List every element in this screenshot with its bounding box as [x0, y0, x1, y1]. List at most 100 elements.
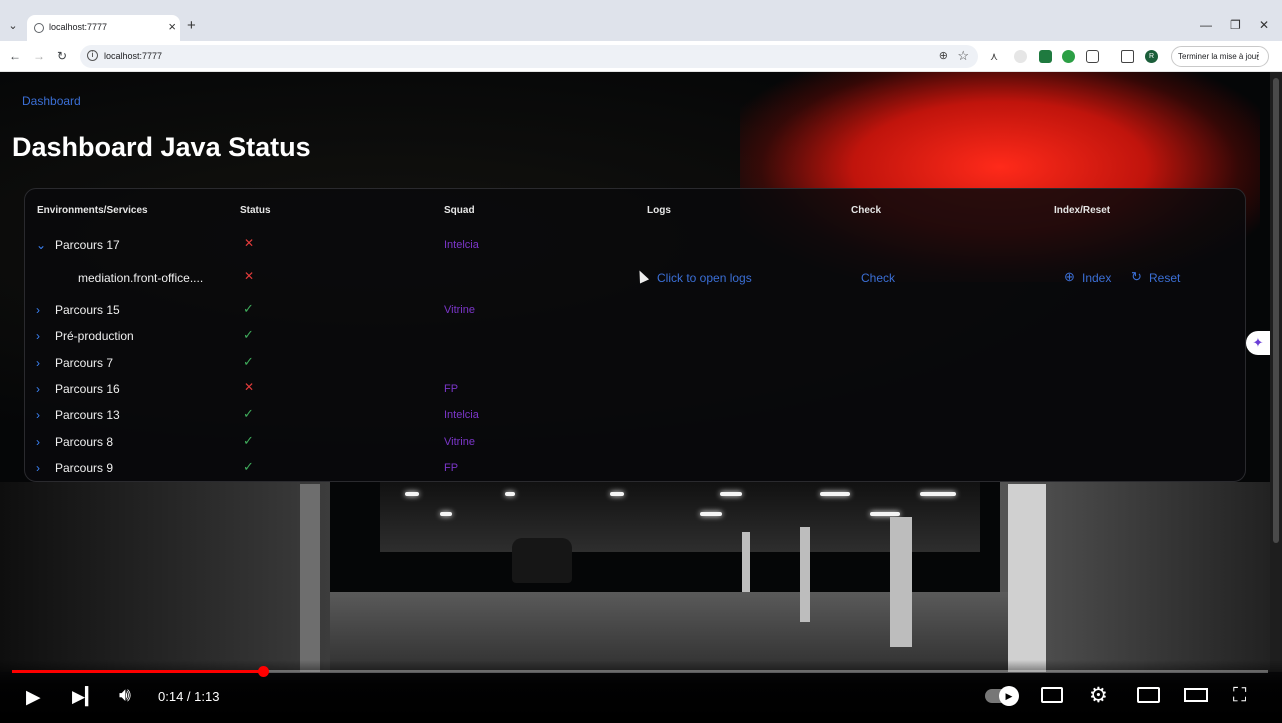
chevron-down-icon[interactable]: ⌄: [36, 238, 46, 252]
chevron-right-icon[interactable]: ›: [36, 303, 40, 317]
video-controls: ▶ ▶▎ 🔊︎ 0:14 / 1:13 ▶ ⚙ ⛶: [0, 660, 1282, 723]
ceiling-light: [920, 492, 956, 496]
background-wall: [0, 482, 330, 672]
chevron-right-icon[interactable]: ›: [36, 382, 40, 396]
browser-tab[interactable]: localhost:7777 ×: [27, 15, 180, 41]
restore-icon[interactable]: ❐: [1230, 18, 1241, 32]
squad-label: FP: [444, 462, 459, 474]
chevron-right-icon[interactable]: ›: [36, 329, 40, 343]
settings-gear-icon[interactable]: ⚙: [1089, 683, 1108, 708]
environment-name: Parcours 9: [55, 461, 114, 475]
environment-name: Parcours 13: [55, 408, 120, 422]
forward-icon[interactable]: →: [33, 49, 45, 63]
autoplay-toggle[interactable]: ▶: [985, 686, 1019, 706]
column-header-index-reset: Index/Reset: [1054, 205, 1111, 216]
tab-search-button[interactable]: ⌄: [5, 18, 21, 34]
environment-name: Parcours 7: [55, 356, 114, 370]
table-row[interactable]: › Pré-production ✓: [25, 324, 1247, 348]
close-tab-icon[interactable]: ×: [168, 19, 176, 34]
column-header-status: Status: [240, 205, 271, 216]
extension-icon[interactable]: ⋏: [990, 50, 1003, 63]
dashboard-nav-link[interactable]: Dashboard: [22, 94, 81, 108]
globe-icon: [34, 23, 44, 33]
fullscreen-icon[interactable]: ⛶: [1233, 685, 1246, 707]
extension-icon[interactable]: [1014, 50, 1027, 63]
close-window-icon[interactable]: ✕: [1259, 18, 1269, 32]
ceiling-light: [405, 492, 419, 496]
subtitles-icon[interactable]: [1041, 687, 1063, 703]
background-pillar: [800, 527, 810, 622]
status-ok-icon: ✓: [243, 301, 254, 316]
minimize-icon[interactable]: —: [1200, 18, 1212, 32]
extension-icon[interactable]: [1039, 50, 1052, 63]
reload-icon[interactable]: ↻: [57, 49, 67, 63]
volume-icon[interactable]: 🔊︎: [119, 685, 131, 707]
table-row[interactable]: › Parcours 9 ✓ FP: [25, 456, 1247, 480]
squad-label: Intelcia: [444, 239, 479, 251]
zoom-icon[interactable]: ⊕: [939, 49, 948, 62]
check-link[interactable]: Check: [861, 271, 895, 285]
status-ok-icon: ✓: [243, 433, 254, 448]
add-circle-icon[interactable]: ⊕: [1064, 269, 1075, 285]
more-menu-icon[interactable]: ⋮: [1253, 51, 1263, 62]
ceiling-light: [440, 512, 452, 516]
puzzle-icon[interactable]: [1086, 50, 1099, 63]
status-error-icon: ✕: [244, 269, 255, 283]
ceiling-light: [720, 492, 742, 496]
ceiling-light: [820, 492, 850, 496]
site-info-icon[interactable]: i: [87, 50, 98, 61]
background-pillar: [300, 484, 320, 672]
column-header-environments[interactable]: Environments/Services: [37, 205, 148, 216]
page-scrollbar[interactable]: [1270, 72, 1282, 672]
new-tab-button[interactable]: +: [187, 17, 196, 34]
miniplayer-icon[interactable]: [1137, 687, 1160, 703]
table-row[interactable]: › Parcours 8 ✓ Vitrine: [25, 430, 1247, 454]
background-pillar: [742, 532, 750, 592]
table-row[interactable]: ⌄ Parcours 17 ✕ Intelcia: [25, 233, 1247, 257]
theater-mode-icon[interactable]: [1184, 688, 1208, 702]
play-icon[interactable]: ▶: [26, 686, 41, 709]
status-ok-icon: ✓: [243, 459, 254, 474]
chevron-right-icon[interactable]: ›: [36, 408, 40, 422]
background-pillar: [890, 517, 912, 647]
status-table: Environments/Services Status Squad Logs …: [24, 188, 1246, 482]
video-progress-bar[interactable]: [12, 666, 1268, 677]
next-icon[interactable]: ▶▎: [72, 687, 98, 707]
ceiling-light: [505, 492, 515, 496]
table-row[interactable]: › Parcours 13 ✓ Intelcia: [25, 403, 1247, 427]
browser-tab-bar: ⌄ localhost:7777 × + — ❐ ✕: [0, 0, 1282, 41]
environment-name: Pré-production: [55, 329, 134, 343]
back-icon[interactable]: ←: [9, 49, 21, 63]
page-viewport: Dashboard Dashboard Java Status Environm…: [0, 72, 1270, 672]
column-header-squad: Squad: [444, 205, 475, 216]
chevron-right-icon[interactable]: ›: [36, 435, 40, 449]
bookmark-star-icon[interactable]: ☆: [957, 48, 969, 64]
table-row[interactable]: › Parcours 15 ✓ Vitrine: [25, 298, 1247, 322]
update-button[interactable]: Terminer la mise à jour ⋮: [1171, 46, 1269, 67]
extension-icon[interactable]: [1062, 50, 1075, 63]
chevron-right-icon[interactable]: ›: [36, 356, 40, 370]
column-header-check: Check: [851, 205, 882, 216]
sparkle-icon[interactable]: ✦: [1246, 331, 1270, 355]
scrollbar-thumb[interactable]: [1273, 78, 1279, 543]
index-button[interactable]: Index: [1082, 271, 1111, 285]
refresh-icon[interactable]: ↻: [1131, 269, 1142, 285]
address-bar[interactable]: i localhost:7777 ⊕ ☆: [80, 45, 978, 68]
ceiling-light: [870, 512, 900, 516]
screen: ⌄ localhost:7777 × + — ❐ ✕ ← → ↻ i local…: [0, 0, 1282, 723]
open-logs-link[interactable]: Click to open logs: [657, 271, 752, 285]
table-row[interactable]: › Parcours 7 ✓: [25, 351, 1247, 375]
table-row[interactable]: › Parcours 16 ✕ FP: [25, 377, 1247, 401]
status-ok-icon: ✓: [243, 354, 254, 369]
chevron-right-icon[interactable]: ›: [36, 461, 40, 475]
reset-button[interactable]: Reset: [1149, 271, 1180, 285]
ceiling-light: [610, 492, 624, 496]
video-scrubber-handle[interactable]: [258, 666, 270, 677]
profile-avatar[interactable]: R: [1145, 50, 1158, 63]
squad-label: Vitrine: [444, 304, 475, 316]
play-icon: ▶: [999, 686, 1019, 706]
background-car: [512, 538, 572, 583]
side-panel-icon[interactable]: [1121, 50, 1134, 63]
url-text: localhost:7777: [104, 51, 163, 61]
background-pillar: [1008, 484, 1046, 672]
